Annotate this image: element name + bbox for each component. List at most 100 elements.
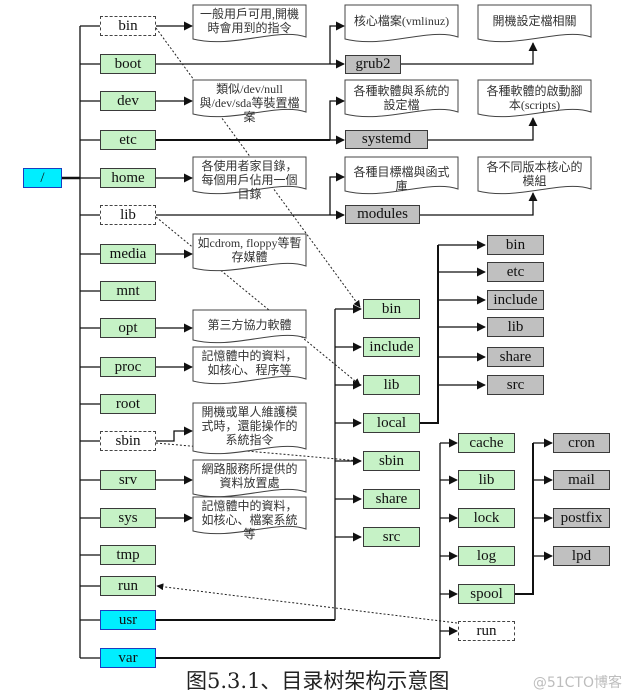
dir-label: usr bbox=[118, 611, 138, 628]
note-opt: 第三方協力軟體 bbox=[207, 318, 292, 332]
dir-label: lock bbox=[473, 509, 500, 526]
dir-var-cache[interactable]: cache bbox=[458, 433, 515, 453]
dir-usr-lib[interactable]: lib bbox=[363, 375, 420, 395]
dir-sbin[interactable]: sbin bbox=[100, 431, 156, 451]
dir-label: root bbox=[115, 395, 141, 412]
dir-opt[interactable]: opt bbox=[100, 318, 156, 338]
dir-label: spool bbox=[470, 585, 503, 602]
note-sbin: 開機或單人維護模式時，還能操作的系統指令 bbox=[201, 405, 298, 447]
dir-root[interactable]: root bbox=[100, 394, 156, 414]
dir-label: bin bbox=[505, 236, 526, 253]
dir-label: modules bbox=[357, 206, 408, 222]
dir-label: sbin bbox=[115, 432, 141, 449]
dir-boot[interactable]: boot bbox=[100, 54, 156, 74]
dir-label: dev bbox=[117, 92, 139, 109]
dir-usr-local-src[interactable]: src bbox=[487, 375, 544, 395]
note-proc: 記憶體中的資料，如核心、程序等 bbox=[201, 349, 298, 377]
dir-label: media bbox=[109, 245, 147, 262]
dir-var-spool-cron[interactable]: cron bbox=[553, 433, 610, 453]
root-directory[interactable]: / bbox=[23, 168, 62, 188]
watermark: @51CTO博客 bbox=[532, 675, 622, 691]
dir-label: local bbox=[376, 414, 407, 431]
dir-label: mnt bbox=[116, 282, 140, 299]
note-home: 各使用者家目錄，每個用戶佔用一個目錄 bbox=[201, 159, 298, 201]
dir-label: share bbox=[375, 490, 408, 507]
note-systemd: 各種軟體的啟動腳本(scripts) bbox=[486, 84, 583, 112]
dir-run[interactable]: run bbox=[100, 576, 156, 596]
note-sys: 記憶體中的資料，如核心、檔案系統等 bbox=[201, 499, 298, 541]
dir-var-spool-mail[interactable]: mail bbox=[553, 470, 610, 490]
dir-label: src bbox=[382, 528, 401, 545]
dir-label: lpd bbox=[571, 547, 592, 564]
dir-label: boot bbox=[114, 55, 142, 72]
dir-label: lib bbox=[478, 471, 495, 488]
dir-usr-local-share[interactable]: share bbox=[487, 347, 544, 367]
dir-srv[interactable]: srv bbox=[100, 470, 156, 490]
dir-label: src bbox=[506, 376, 525, 393]
dir-var-log[interactable]: log bbox=[458, 546, 515, 566]
dir-usr-share[interactable]: share bbox=[363, 489, 420, 509]
dir-usr-local-bin[interactable]: bin bbox=[487, 235, 544, 255]
dir-label: sys bbox=[118, 509, 138, 526]
dir-systemd[interactable]: systemd bbox=[345, 130, 428, 149]
dir-var[interactable]: var bbox=[100, 648, 156, 668]
dir-var-lib[interactable]: lib bbox=[458, 470, 515, 490]
note-modules: 各不同版本核心的模組 bbox=[486, 160, 583, 188]
dir-dev[interactable]: dev bbox=[100, 91, 156, 111]
dir-usr-local[interactable]: local bbox=[363, 413, 420, 433]
dir-etc[interactable]: etc bbox=[100, 130, 156, 150]
dir-label: grub2 bbox=[355, 56, 391, 72]
dir-label: log bbox=[476, 547, 497, 564]
dir-usr-src[interactable]: src bbox=[363, 527, 420, 547]
dir-label: share bbox=[499, 348, 532, 365]
dir-label: sbin bbox=[378, 452, 404, 469]
note-etc-config: 各種軟體與系統的設定檔 bbox=[353, 84, 450, 112]
figure-caption: 图5.3.1、目录树架构示意图 bbox=[186, 669, 450, 693]
dir-mnt[interactable]: mnt bbox=[100, 281, 156, 301]
note-dev: 類似/dev/null與/dev/sda等裝置檔案 bbox=[199, 82, 300, 124]
dir-grub2[interactable]: grub2 bbox=[345, 55, 401, 74]
dir-label: run bbox=[118, 577, 138, 594]
dir-usr-local-include[interactable]: include bbox=[487, 290, 544, 310]
dir-lib[interactable]: lib bbox=[100, 205, 156, 225]
note-srv: 網路服務所提供的資料放置處 bbox=[201, 462, 298, 490]
dir-label: run bbox=[476, 622, 497, 639]
dir-var-spool[interactable]: spool bbox=[458, 584, 515, 604]
note-lib-files: 各種目標檔與函式庫 bbox=[353, 165, 450, 193]
dir-home[interactable]: home bbox=[100, 168, 156, 188]
dir-label: lib bbox=[383, 376, 400, 393]
dir-media[interactable]: media bbox=[100, 244, 156, 264]
dir-label: etc bbox=[506, 263, 525, 280]
dir-bin[interactable]: bin bbox=[100, 16, 156, 36]
dir-var-lock[interactable]: lock bbox=[458, 508, 515, 528]
dir-label: opt bbox=[118, 319, 138, 336]
dir-usr-local-etc[interactable]: etc bbox=[487, 262, 544, 282]
dir-usr-local-lib[interactable]: lib bbox=[487, 317, 544, 337]
dir-modules[interactable]: modules bbox=[345, 205, 420, 224]
dir-label: lib bbox=[507, 318, 524, 335]
dir-var-spool-postfix[interactable]: postfix bbox=[553, 508, 610, 528]
dir-tmp[interactable]: tmp bbox=[100, 545, 156, 565]
dir-usr-include[interactable]: include bbox=[363, 337, 420, 357]
dir-label: srv bbox=[118, 471, 138, 488]
dir-label: var bbox=[118, 649, 138, 666]
dir-label: cache bbox=[469, 434, 504, 451]
note-boot-kernel: 核心檔案(vmlinuz) bbox=[353, 14, 450, 28]
dir-label: bin bbox=[118, 17, 138, 34]
dir-proc[interactable]: proc bbox=[100, 357, 156, 377]
dir-label: postfix bbox=[560, 509, 603, 526]
dir-usr-bin[interactable]: bin bbox=[363, 299, 420, 319]
dir-usr-sbin[interactable]: sbin bbox=[363, 451, 420, 471]
dir-label: include bbox=[493, 291, 538, 308]
dir-label: etc bbox=[119, 131, 137, 148]
dir-label: proc bbox=[114, 358, 142, 375]
note-media: 如cdrom, floppy等暫存媒體 bbox=[197, 236, 302, 264]
dir-var-run[interactable]: run bbox=[458, 621, 515, 641]
dir-sys[interactable]: sys bbox=[100, 508, 156, 528]
dir-label: cron bbox=[568, 434, 595, 451]
dir-label: tmp bbox=[116, 546, 140, 563]
dir-usr[interactable]: usr bbox=[100, 610, 156, 630]
root-label: / bbox=[40, 169, 45, 186]
dir-var-spool-lpd[interactable]: lpd bbox=[553, 546, 610, 566]
dir-label: lib bbox=[120, 206, 136, 223]
